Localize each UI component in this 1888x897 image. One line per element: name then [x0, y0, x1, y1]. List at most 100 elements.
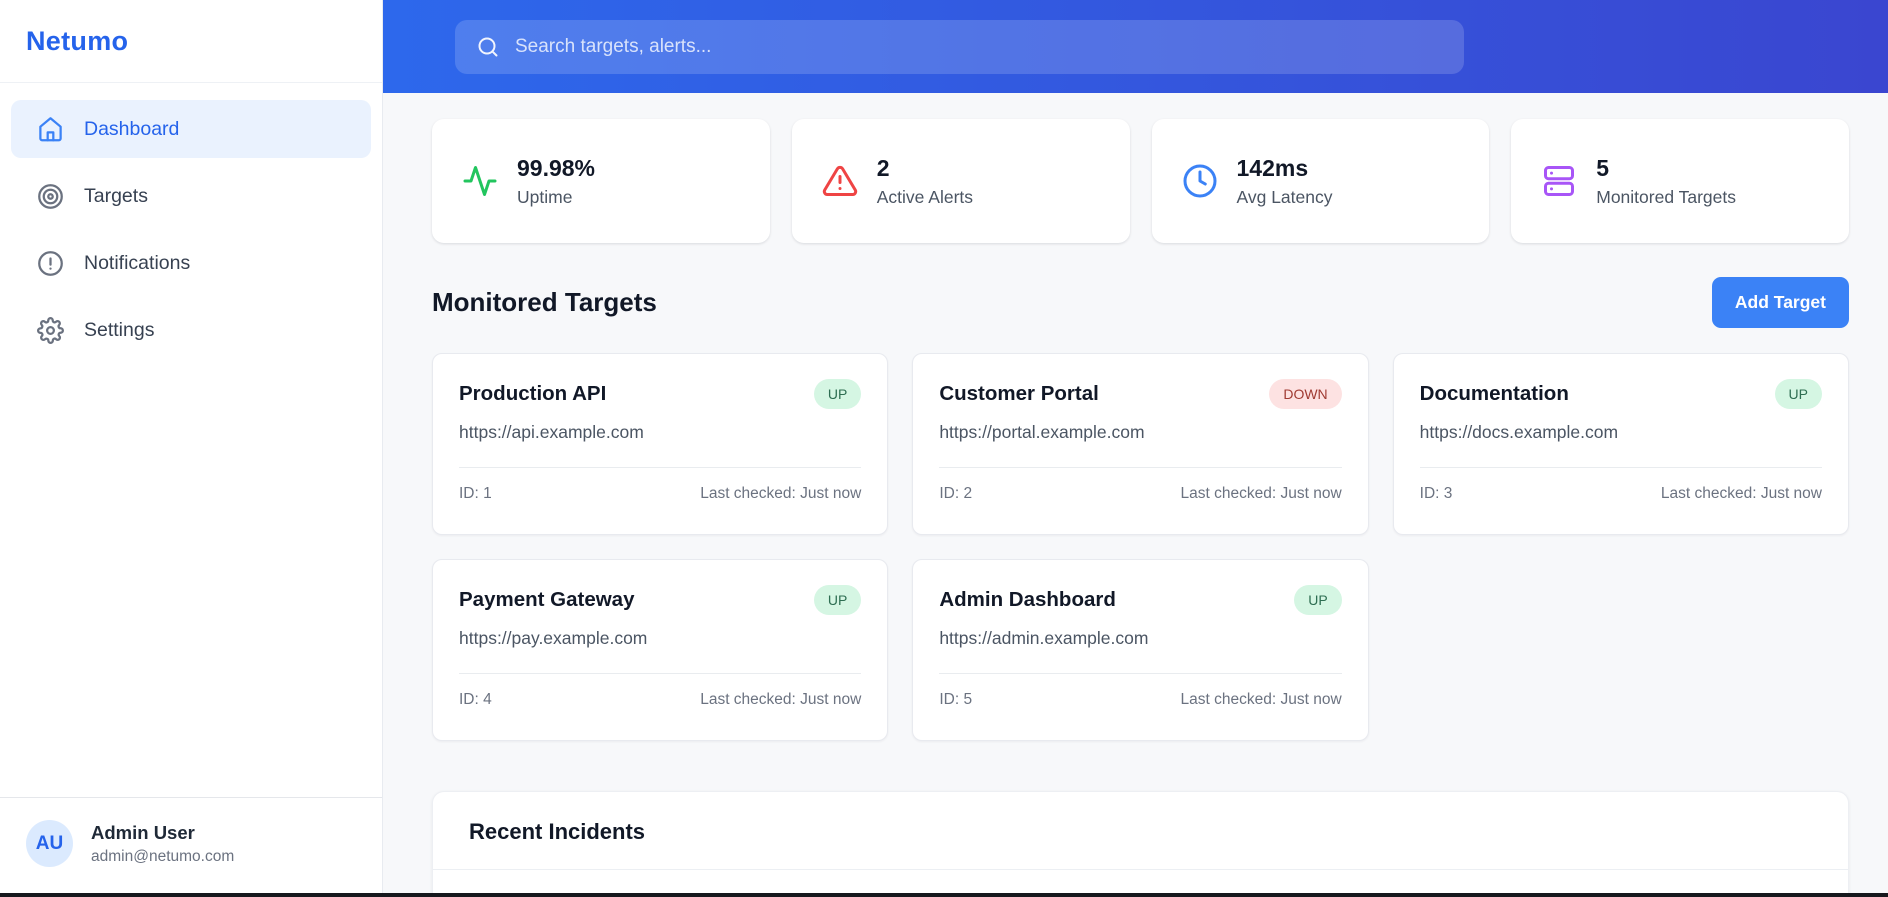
stat-label: Active Alerts [876, 186, 974, 207]
target-id: ID: 4 [459, 691, 492, 708]
stat-card: 2 Active Alerts [791, 119, 1130, 243]
app-root: Netumo Dashboard Targets Notifications S… [0, 0, 1888, 897]
target-card-divider [459, 673, 862, 674]
sidebar-nav-item[interactable]: Notifications [11, 234, 371, 292]
user-email: admin@netumo.com [91, 847, 235, 865]
topbar [383, 0, 1888, 93]
target-card-divider [459, 467, 862, 468]
user-info: Admin User admin@netumo.com [91, 822, 234, 866]
targets-section-title: Monitored Targets [432, 287, 657, 317]
stat-label: Monitored Targets [1596, 186, 1737, 207]
stat-value: 142ms [1236, 154, 1309, 181]
target-name: Documentation [1419, 382, 1569, 405]
stat-label: Uptime [517, 186, 573, 207]
sidebar-nav-item[interactable]: Dashboard [11, 100, 371, 158]
target-url: https://api.example.com [459, 422, 644, 442]
stat-card: 142ms Avg Latency [1151, 119, 1490, 243]
stats-row: 99.98% Uptime 2 Active Alerts 142ms Avg … [432, 119, 1849, 243]
sidebar: Netumo Dashboard Targets Notifications S… [0, 0, 383, 897]
targets-section-head: Monitored Targets Add Target [432, 277, 1849, 328]
target-card-head: Admin Dashboard UP [939, 585, 1342, 615]
status-badge: UP [1774, 379, 1822, 409]
target-card: Customer Portal DOWN https://portal.exam… [912, 353, 1369, 535]
logo-area: Netumo [0, 0, 382, 83]
sidebar-nav-label: Notifications [84, 251, 191, 274]
user-name: Admin User [91, 821, 195, 843]
search-icon [476, 35, 500, 59]
target-card-divider [939, 673, 1342, 674]
sidebar-nav-item[interactable]: Settings [11, 301, 371, 359]
target-card-footer: ID: 2 Last checked: Just now [939, 485, 1341, 503]
target-card: Payment Gateway UP https://pay.example.c… [432, 559, 889, 741]
incidents-card: Recent Incidents [432, 791, 1849, 897]
sidebar-nav-label: Settings [84, 318, 155, 341]
target-card-footer: ID: 5 Last checked: Just now [939, 691, 1341, 709]
target-name: Admin Dashboard [939, 588, 1116, 611]
target-id: ID: 5 [939, 691, 973, 708]
target-card: Production API UP https://api.example.co… [432, 353, 889, 535]
target-name: Production API [459, 382, 607, 405]
stat-value: 5 [1596, 154, 1610, 181]
target-last-checked: Last checked: Just now [1660, 485, 1822, 502]
status-badge: UP [813, 379, 862, 409]
target-card: Admin Dashboard UP https://admin.example… [912, 559, 1369, 741]
target-card-footer: ID: 4 Last checked: Just now [459, 691, 861, 709]
sidebar-nav-item[interactable]: Targets [11, 167, 371, 225]
target-id: ID: 1 [459, 485, 492, 502]
target-icon [37, 183, 64, 210]
alert-triangle-icon [822, 163, 858, 199]
stat-value: 99.98% [517, 154, 596, 181]
stat-label: Avg Latency [1236, 186, 1333, 207]
targets-grid: Production API UP https://api.example.co… [432, 353, 1849, 741]
target-name: Payment Gateway [459, 588, 635, 611]
stat-text: 5 Monitored Targets [1596, 155, 1736, 208]
home-icon [37, 116, 64, 143]
target-card-head: Production API UP [459, 379, 862, 409]
target-card-head: Payment Gateway UP [459, 585, 862, 615]
sidebar-nav-label: Dashboard [84, 117, 180, 140]
main-column: 99.98% Uptime 2 Activ [383, 0, 1888, 897]
activity-pulse-icon [462, 163, 498, 199]
target-url: https://pay.example.com [459, 628, 648, 648]
window-bottom-edge [0, 893, 1888, 897]
stat-card: 99.98% Uptime [432, 119, 770, 243]
target-url: https://portal.example.com [939, 422, 1145, 442]
user-area: AU Admin User admin@netumo.com [0, 797, 382, 897]
stat-text: 99.98% Uptime [517, 155, 595, 208]
target-last-checked: Last checked: Just now [700, 691, 862, 708]
status-badge: UP [1294, 585, 1342, 615]
sidebar-nav-label: Targets [84, 184, 148, 207]
stat-text: 142ms Avg Latency [1237, 155, 1333, 208]
alert-circle-icon [37, 250, 64, 277]
incidents-head: Recent Incidents [433, 792, 1848, 869]
target-url: https://admin.example.com [939, 628, 1149, 648]
stat-value: 2 [876, 154, 890, 181]
target-card-footer: ID: 3 Last checked: Just now [1420, 485, 1822, 503]
target-last-checked: Last checked: Just now [1180, 485, 1342, 502]
gear-icon [37, 316, 64, 344]
app-logo: Netumo [26, 26, 129, 56]
target-card: Documentation UP https://docs.example.co… [1392, 353, 1849, 535]
target-name: Customer Portal [939, 382, 1099, 405]
search-input[interactable] [515, 35, 1443, 58]
content: 99.98% Uptime 2 Active Alerts 142ms Avg … [383, 93, 1888, 897]
target-id: ID: 3 [1419, 485, 1453, 502]
server-icon [1541, 163, 1577, 199]
avatar: AU [26, 820, 73, 867]
stat-card: 5 Monitored Targets [1511, 119, 1849, 243]
target-url: https://docs.example.com [1419, 422, 1619, 442]
add-target-button[interactable]: Add Target [1711, 277, 1849, 328]
incidents-title: Recent Incidents [469, 819, 646, 844]
target-card-footer: ID: 1 Last checked: Just now [459, 485, 861, 503]
search-box[interactable] [455, 19, 1464, 74]
sidebar-nav: Dashboard Targets Notifications Settings [0, 83, 382, 376]
target-last-checked: Last checked: Just now [700, 485, 862, 502]
clock-icon [1182, 163, 1218, 199]
stat-text: 2 Active Alerts [877, 155, 973, 208]
target-card-head: Customer Portal DOWN [939, 379, 1342, 409]
target-card-divider [939, 467, 1342, 468]
status-badge: DOWN [1269, 379, 1342, 409]
target-id: ID: 2 [939, 485, 973, 502]
target-card-divider [1419, 467, 1822, 468]
